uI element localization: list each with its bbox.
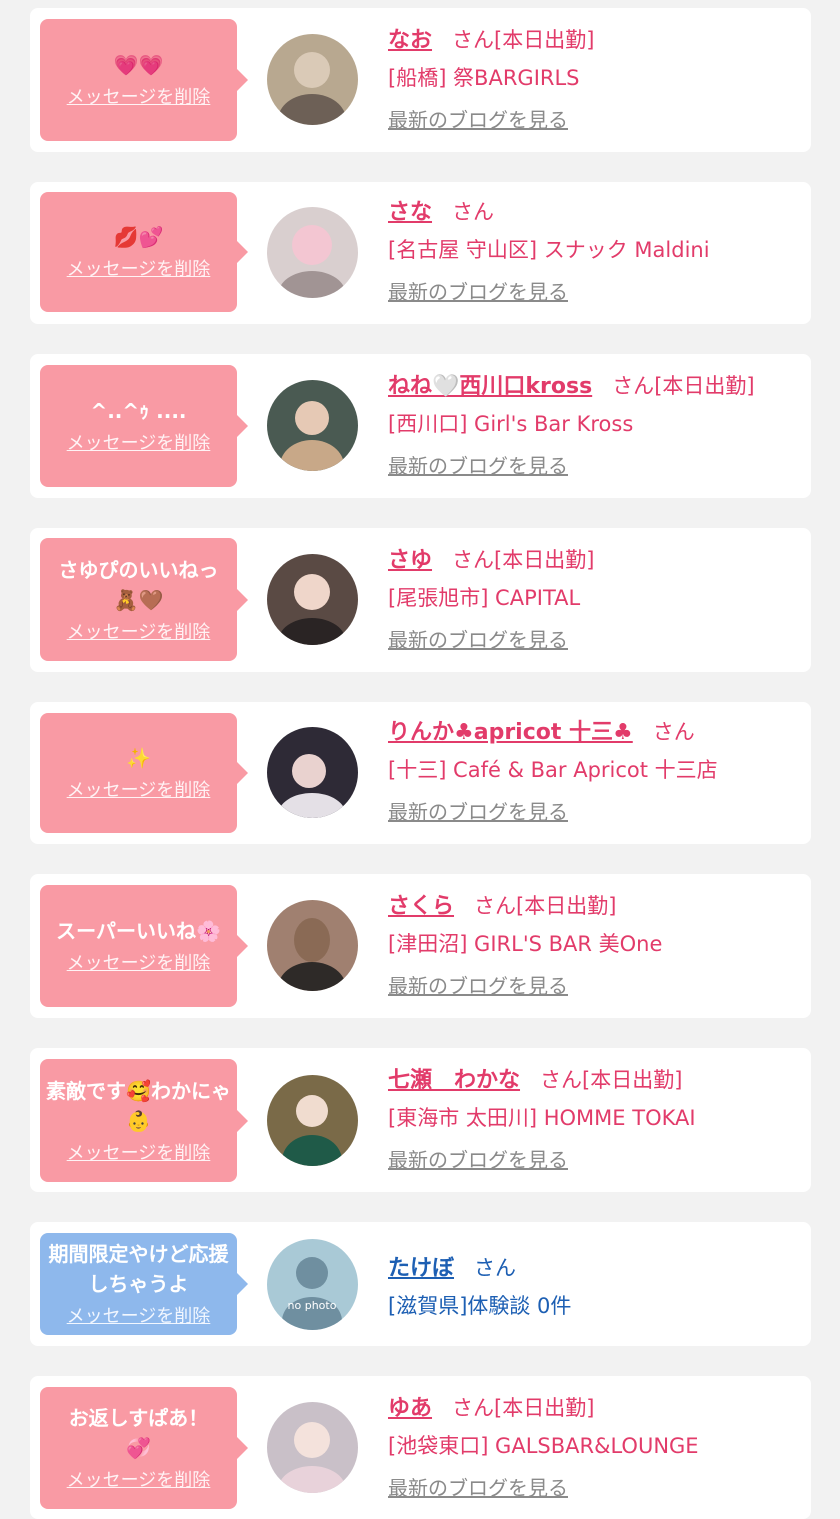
message-card: お返しすぱあ！ 💞 メッセージを削除 ゆあ さん [本日出勤] [池袋東口] G…	[30, 1376, 811, 1519]
profile-info: 七瀬 わかな さん [本日出勤] [東海市 太田川] HOMME TOKAI 最…	[388, 1062, 801, 1173]
message-text: ^..^ｩ ....	[90, 399, 187, 423]
message-text: 💗💗	[113, 53, 164, 77]
honorific-label: さん	[452, 28, 495, 52]
message-card: 期間限定やけど応援しちゃうよ メッセージを削除 no photo たけぼ さん …	[30, 1222, 811, 1346]
latest-blog-link[interactable]: 最新のブログを見る	[388, 796, 568, 825]
profile-info: さゆ さん [本日出勤] [尾張旭市] CAPITAL 最新のブログを見る	[388, 542, 801, 653]
delete-message-link[interactable]: メッセージを削除	[67, 952, 211, 976]
profile-info: ねね🤍西川口kross さん [本日出勤] [西川口] Girl's Bar K…	[388, 368, 801, 479]
latest-blog-link[interactable]: 最新のブログを見る	[388, 970, 568, 999]
shop-label: [尾張旭市] CAPITAL	[388, 586, 581, 610]
honorific-label: さん	[452, 548, 495, 572]
delete-message-link[interactable]: メッセージを削除	[67, 258, 211, 282]
latest-blog-link[interactable]: 最新のブログを見る	[388, 1472, 568, 1501]
message-text: スーパーいいね🌸	[56, 919, 221, 943]
message-card: 💗💗 メッセージを削除 なお さん [本日出勤] [船橋] 祭BARGIRLS …	[30, 8, 811, 152]
latest-blog-link[interactable]: 最新のブログを見る	[388, 1144, 568, 1173]
message-bubble: ✨ メッセージを削除	[40, 713, 248, 833]
message-bubble: ^..^ｩ .... メッセージを削除	[40, 365, 248, 487]
shop-label: [十三] Café & Bar Apricot 十三店	[388, 758, 718, 782]
latest-blog-link[interactable]: 最新のブログを見る	[388, 104, 568, 133]
cast-name-link[interactable]: たけぼ	[388, 1250, 454, 1282]
message-card: ✨ メッセージを削除 りんか♣apricot 十三♣ さん [十三] Café …	[30, 702, 811, 844]
message-text: ✨	[126, 746, 151, 770]
message-card: さゆぴのいいねっ 🧸🤎 メッセージを削除 さゆ さん [本日出勤] [尾張旭市]…	[30, 528, 811, 672]
latest-blog-link[interactable]: 最新のブログを見る	[388, 450, 568, 479]
cast-name-link[interactable]: さくら	[388, 888, 454, 920]
cast-name-link[interactable]: りんか♣apricot 十三♣	[388, 714, 633, 746]
avatar[interactable]	[267, 380, 358, 471]
message-text: お返しすぱあ！ 💞	[68, 1406, 209, 1460]
honorific-label: さん	[452, 200, 495, 224]
message-bubble: 期間限定やけど応援しちゃうよ メッセージを削除	[40, 1233, 248, 1335]
profile-info: なお さん [本日出勤] [船橋] 祭BARGIRLS 最新のブログを見る	[388, 22, 801, 133]
delete-message-link[interactable]: メッセージを削除	[67, 779, 211, 803]
honorific-label: さん	[452, 1396, 495, 1420]
no-photo-text: no photo	[288, 1299, 337, 1312]
profile-info: さな さん [名古屋 守山区] スナック Maldini 最新のブログを見る	[388, 194, 801, 305]
message-bubble: スーパーいいね🌸 メッセージを削除	[40, 885, 248, 1007]
avatar[interactable]	[267, 34, 358, 125]
message-text: 素敵です🥰わかにゃ👶	[46, 1078, 231, 1133]
cast-name-link[interactable]: さな	[388, 194, 432, 226]
honorific-label: さん	[474, 1256, 517, 1280]
working-today-badge: [本日出勤]	[582, 1068, 683, 1092]
delete-message-link[interactable]: メッセージを削除	[67, 432, 211, 456]
message-card: ^..^ｩ .... メッセージを削除 ねね🤍西川口kross さん [本日出勤…	[30, 354, 811, 498]
message-text: さゆぴのいいねっ 🧸🤎	[58, 557, 219, 612]
delete-message-link[interactable]: メッセージを削除	[67, 1469, 211, 1493]
avatar[interactable]	[267, 207, 358, 298]
profile-info: ゆあ さん [本日出勤] [池袋東口] GALSBAR&LOUNGE 最新のブロ…	[388, 1390, 801, 1501]
working-today-badge: [本日出勤]	[516, 894, 617, 918]
latest-blog-link[interactable]: 最新のブログを見る	[388, 624, 568, 653]
latest-blog-link[interactable]: 最新のブログを見る	[388, 276, 568, 305]
message-card: 素敵です🥰わかにゃ👶 メッセージを削除 七瀬 わかな さん [本日出勤] [東海…	[30, 1048, 811, 1192]
shop-label: [船橋] 祭BARGIRLS	[388, 66, 580, 90]
message-text: 期間限定やけど応援しちゃうよ	[48, 1242, 229, 1296]
message-list: 💗💗 メッセージを削除 なお さん [本日出勤] [船橋] 祭BARGIRLS …	[0, 0, 840, 1519]
cast-name-link[interactable]: さゆ	[388, 542, 432, 574]
message-bubble: 💋💕 メッセージを削除	[40, 192, 248, 312]
avatar[interactable]: no photo	[267, 1239, 358, 1330]
delete-message-link[interactable]: メッセージを削除	[67, 86, 211, 110]
shop-label: [池袋東口] GALSBAR&LOUNGE	[388, 1434, 699, 1458]
shop-label: [西川口] Girl's Bar Kross	[388, 412, 634, 436]
delete-message-link[interactable]: メッセージを削除	[67, 1305, 211, 1329]
message-bubble: さゆぴのいいねっ 🧸🤎 メッセージを削除	[40, 538, 248, 661]
working-today-badge: [本日出勤]	[494, 1396, 595, 1420]
message-bubble: 素敵です🥰わかにゃ👶 メッセージを削除	[40, 1059, 248, 1182]
delete-message-link[interactable]: メッセージを削除	[67, 621, 211, 645]
profile-info: たけぼ さん [滋賀県]体験談 0件	[388, 1250, 801, 1320]
message-card: 💋💕 メッセージを削除 さな さん [名古屋 守山区] スナック Maldini…	[30, 182, 811, 324]
message-bubble: 💗💗 メッセージを削除	[40, 19, 248, 141]
cast-name-link[interactable]: なお	[388, 22, 432, 54]
message-text: 💋💕	[113, 225, 164, 249]
working-today-badge: [本日出勤]	[494, 28, 595, 52]
honorific-label: さん	[540, 1068, 583, 1092]
avatar[interactable]	[267, 727, 358, 818]
cast-name-link[interactable]: ねね🤍西川口kross	[388, 368, 592, 400]
cast-name-link[interactable]: 七瀬 わかな	[388, 1062, 520, 1094]
avatar[interactable]	[267, 1402, 358, 1493]
working-today-badge: [本日出勤]	[494, 548, 595, 572]
shop-label: [東海市 太田川] HOMME TOKAI	[388, 1106, 696, 1130]
message-card: スーパーいいね🌸 メッセージを削除 さくら さん [本日出勤] [津田沼] GI…	[30, 874, 811, 1018]
avatar[interactable]	[267, 554, 358, 645]
cast-name-link[interactable]: ゆあ	[388, 1390, 432, 1422]
delete-message-link[interactable]: メッセージを削除	[67, 1142, 211, 1166]
profile-info: りんか♣apricot 十三♣ さん [十三] Café & Bar Apric…	[388, 714, 801, 825]
shop-label: [名古屋 守山区] スナック Maldini	[388, 238, 710, 262]
honorific-label: さん	[652, 720, 695, 744]
shop-label: [津田沼] GIRL'S BAR 美One	[388, 932, 663, 956]
avatar[interactable]	[267, 900, 358, 991]
profile-info: さくら さん [本日出勤] [津田沼] GIRL'S BAR 美One 最新のブ…	[388, 888, 801, 999]
avatar[interactable]	[267, 1075, 358, 1166]
shop-label: [滋賀県]体験談 0件	[388, 1294, 572, 1318]
honorific-label: さん	[474, 894, 517, 918]
working-today-badge: [本日出勤]	[654, 374, 755, 398]
honorific-label: さん	[612, 374, 655, 398]
message-bubble: お返しすぱあ！ 💞 メッセージを削除	[40, 1387, 248, 1509]
